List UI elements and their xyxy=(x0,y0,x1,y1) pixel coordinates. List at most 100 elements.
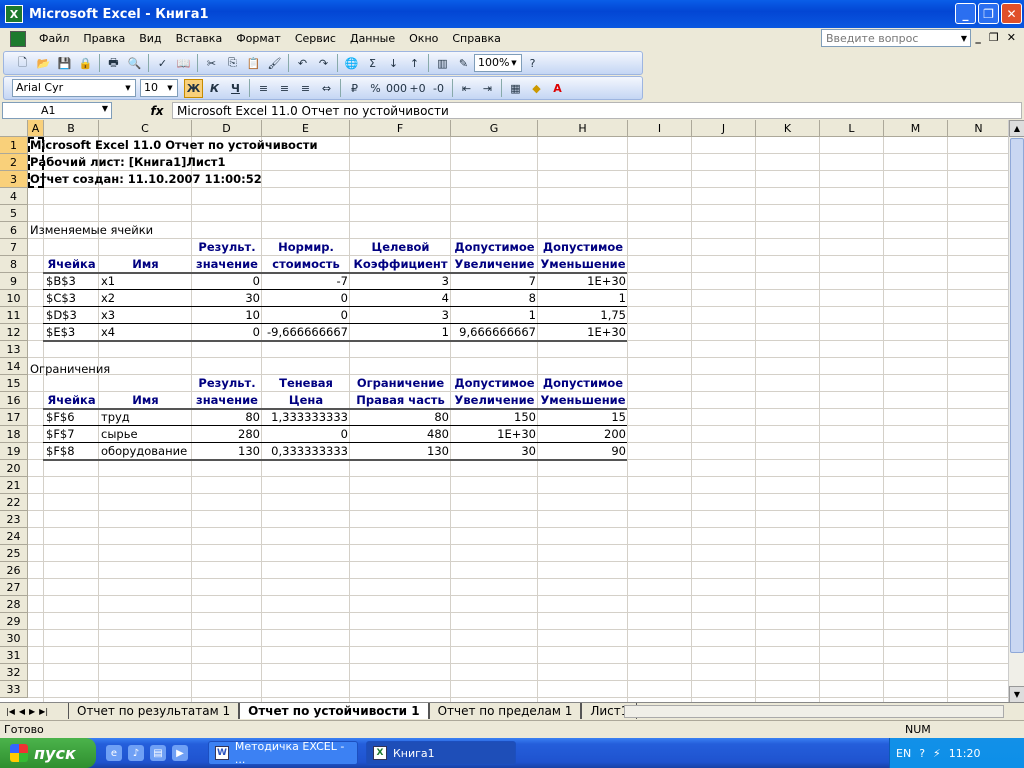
col-header-e[interactable]: E xyxy=(262,120,350,137)
font-size-select[interactable]: 10 ▼ xyxy=(140,79,178,97)
decrease-indent-icon[interactable]: ⇤ xyxy=(457,79,476,98)
align-left-icon[interactable]: ≡ xyxy=(254,79,273,98)
vertical-scrollbar[interactable]: ▲ ▼ xyxy=(1008,120,1024,703)
scroll-thumb[interactable] xyxy=(1010,138,1024,653)
borders-icon[interactable]: ▦ xyxy=(506,79,525,98)
first-sheet-icon[interactable]: |◀ xyxy=(6,707,15,716)
font-name-select[interactable]: Arial Cyr ▼ xyxy=(12,79,136,97)
permission-icon[interactable]: 🔒 xyxy=(76,54,95,73)
drawing-icon[interactable]: ✎ xyxy=(454,54,473,73)
help-tray-icon[interactable]: ? xyxy=(919,747,925,760)
row-header-32[interactable]: 32 xyxy=(0,664,28,681)
tab-results-report[interactable]: Отчет по результатам 1 xyxy=(68,703,240,719)
row-header-27[interactable]: 27 xyxy=(0,579,28,596)
open-icon[interactable]: 📂 xyxy=(34,54,53,73)
row-header-6[interactable]: 6 xyxy=(0,222,28,239)
task-word-doc[interactable]: W Методичка EXCEL - ... xyxy=(208,740,358,766)
col-header-n[interactable]: N xyxy=(948,120,1010,137)
scroll-down-icon[interactable]: ▼ xyxy=(1009,686,1024,703)
row-header-11[interactable]: 11 xyxy=(0,307,28,324)
font-color-icon[interactable]: A xyxy=(548,79,567,98)
close-button[interactable]: ✕ xyxy=(1001,3,1022,24)
bold-button[interactable]: Ж xyxy=(184,78,203,98)
hyperlink-icon[interactable]: 🌐 xyxy=(342,54,361,73)
cut-icon[interactable]: ✂ xyxy=(202,54,221,73)
chevron-down-icon[interactable]: ▼ xyxy=(958,30,970,46)
row-header-15[interactable]: 15 xyxy=(0,375,28,392)
col-header-f[interactable]: F xyxy=(350,120,451,137)
row-header-21[interactable]: 21 xyxy=(0,477,28,494)
row-header-17[interactable]: 17 xyxy=(0,409,28,426)
row-header-24[interactable]: 24 xyxy=(0,528,28,545)
italic-button[interactable]: К xyxy=(205,79,224,98)
language-indicator[interactable]: EN xyxy=(896,747,911,760)
menu-help[interactable]: Справка xyxy=(445,28,507,50)
tab-sensitivity-report[interactable]: Отчет по устойчивости 1 xyxy=(239,703,429,719)
internet-explorer-icon[interactable]: e xyxy=(106,745,122,761)
spelling-icon[interactable]: ✓ xyxy=(153,54,172,73)
row-header-16[interactable]: 16 xyxy=(0,392,28,409)
row-header-5[interactable]: 5 xyxy=(0,205,28,222)
decrease-decimal-icon[interactable]: -0 xyxy=(429,79,448,98)
col-header-d[interactable]: D xyxy=(192,120,262,137)
currency-icon[interactable]: ₽ xyxy=(345,79,364,98)
comma-style-icon[interactable]: 000 xyxy=(386,79,407,98)
start-button[interactable]: пуск xyxy=(0,738,96,768)
row-header-30[interactable]: 30 xyxy=(0,630,28,647)
zoom-select[interactable]: 100% ▼ xyxy=(474,54,522,72)
col-header-c[interactable]: C xyxy=(99,120,192,137)
underline-button[interactable]: Ч xyxy=(226,79,245,98)
align-center-icon[interactable]: ≡ xyxy=(275,79,294,98)
chart-wizard-icon[interactable]: ▥ xyxy=(433,54,452,73)
row-header-31[interactable]: 31 xyxy=(0,647,28,664)
row-header-8[interactable]: 8 xyxy=(0,256,28,273)
col-header-g[interactable]: G xyxy=(451,120,538,137)
menu-edit[interactable]: Правка xyxy=(76,28,132,50)
format-painter-icon[interactable]: 🖌 xyxy=(265,54,284,73)
row-header-4[interactable]: 4 xyxy=(0,188,28,205)
horizontal-scrollbar[interactable] xyxy=(624,705,1004,718)
task-excel-book[interactable]: X Книга1 xyxy=(366,741,516,765)
merge-center-icon[interactable]: ⇔ xyxy=(317,79,336,98)
row-header-26[interactable]: 26 xyxy=(0,562,28,579)
col-header-j[interactable]: J xyxy=(692,120,756,137)
undo-icon[interactable]: ↶ xyxy=(293,54,312,73)
row-header-20[interactable]: 20 xyxy=(0,460,28,477)
col-header-h[interactable]: H xyxy=(538,120,628,137)
research-icon[interactable]: 📖 xyxy=(174,54,193,73)
print-preview-icon[interactable]: 🔍 xyxy=(125,54,144,73)
row-header-19[interactable]: 19 xyxy=(0,443,28,460)
folder-icon[interactable]: ▤ xyxy=(150,745,166,761)
workbook-icon[interactable] xyxy=(10,31,26,47)
col-header-k[interactable]: K xyxy=(756,120,820,137)
formula-input[interactable]: Microsoft Excel 11.0 Отчет по устойчивос… xyxy=(172,102,1022,119)
align-right-icon[interactable]: ≡ xyxy=(296,79,315,98)
redo-icon[interactable]: ↷ xyxy=(314,54,333,73)
col-header-b[interactable]: B xyxy=(44,120,99,137)
next-sheet-icon[interactable]: ▶ xyxy=(29,707,35,716)
insert-function-icon[interactable]: fx xyxy=(142,104,172,118)
menu-format[interactable]: Формат xyxy=(229,28,288,50)
network-icon[interactable]: ⚡ xyxy=(933,747,941,760)
row-header-10[interactable]: 10 xyxy=(0,290,28,307)
restore-button[interactable]: ❐ xyxy=(978,3,999,24)
fill-color-icon[interactable]: ◆ xyxy=(527,79,546,98)
last-sheet-icon[interactable]: ▶| xyxy=(39,707,48,716)
row-header-12[interactable]: 12 xyxy=(0,324,28,341)
row-header-18[interactable]: 18 xyxy=(0,426,28,443)
doc-minimize-button[interactable]: _ xyxy=(975,31,981,44)
menu-insert[interactable]: Вставка xyxy=(169,28,230,50)
select-all-corner[interactable] xyxy=(0,120,28,137)
media-player-icon[interactable]: ▶ xyxy=(172,745,188,761)
doc-close-button[interactable]: ✕ xyxy=(1007,31,1016,44)
row-header-33[interactable]: 33 xyxy=(0,681,28,698)
row-header-1[interactable]: 1 xyxy=(0,137,28,154)
print-icon[interactable]: 🖶 xyxy=(104,54,123,73)
help-search-input[interactable]: Введите вопрос xyxy=(821,29,971,47)
sort-asc-icon[interactable]: ↓ xyxy=(384,54,403,73)
copy-icon[interactable]: ⎘ xyxy=(223,54,242,73)
row-header-25[interactable]: 25 xyxy=(0,545,28,562)
row-header-9[interactable]: 9 xyxy=(0,273,28,290)
new-icon[interactable]: 🗋 xyxy=(13,54,32,73)
row-header-29[interactable]: 29 xyxy=(0,613,28,630)
